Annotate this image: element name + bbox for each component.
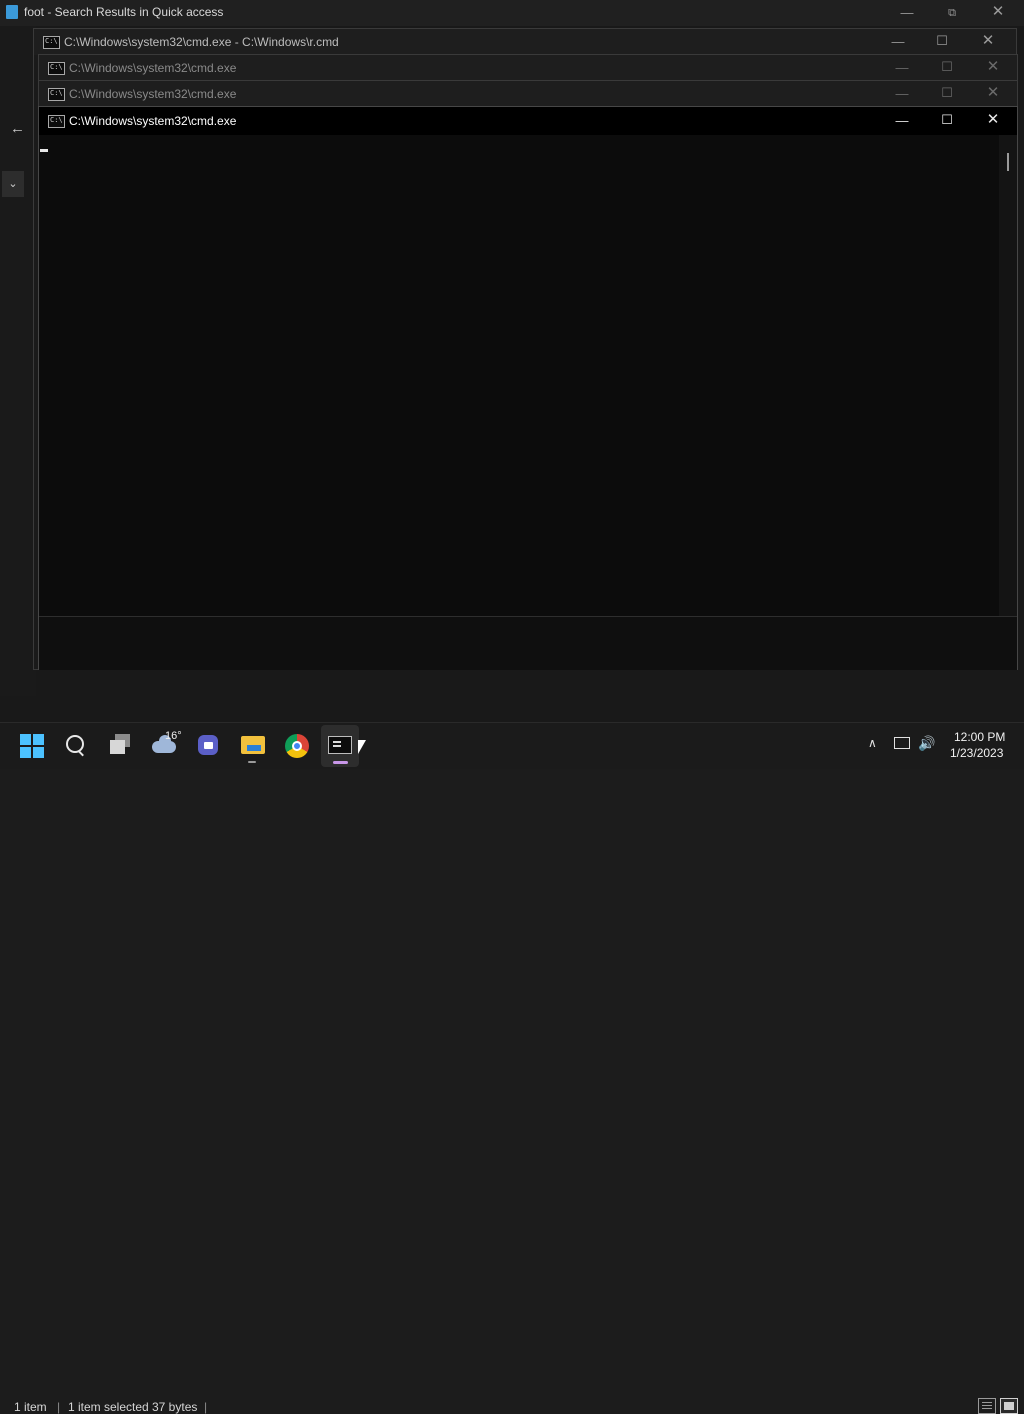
cmd-window-title: C:\Windows\system32\cmd.exe - C:\Windows…: [64, 35, 339, 49]
cmd-close-button[interactable]: ✕: [978, 33, 998, 48]
clock-date[interactable]: 1/23/2023: [950, 746, 1003, 760]
weather-temperature: 16°: [165, 730, 182, 742]
explorer-restore-button[interactable]: ⧉: [942, 6, 962, 20]
network-icon[interactable]: [894, 737, 910, 749]
console-bottom-panel: [39, 616, 1017, 670]
explorer-window-title: foot - Search Results in Quick access: [24, 5, 224, 19]
cmd-close-button[interactable]: ✕: [983, 85, 1003, 100]
status-selected-size: 37 bytes: [152, 1400, 198, 1414]
chrome-icon[interactable]: [284, 733, 310, 759]
cmd-titlebar[interactable]: C:\Windows\system32\cmd.exe - C:\Windows…: [34, 29, 1016, 55]
console-glyph: [328, 736, 352, 754]
explorer-titlebar[interactable]: foot - Search Results in Quick access — …: [0, 0, 1024, 26]
cmd-window-title: C:\Windows\system32\cmd.exe: [69, 114, 237, 128]
task-view-icon[interactable]: [108, 734, 134, 758]
large-icons-view-icon[interactable]: [1000, 1398, 1018, 1414]
cmd-maximize-button[interactable]: ☐: [937, 113, 957, 127]
file-explorer-app-icon: [6, 5, 18, 19]
explorer-navigation-strip: ← ⌄: [0, 26, 36, 696]
meet-icon[interactable]: [196, 733, 222, 757]
cmd-close-button[interactable]: ✕: [983, 59, 1003, 74]
scrollbar-thumb[interactable]: [1007, 153, 1009, 171]
cmd-maximize-button[interactable]: ☐: [937, 86, 957, 100]
console-output-area[interactable]: [39, 135, 999, 616]
cmd-maximize-button[interactable]: ☐: [937, 60, 957, 74]
status-item-count: 1 item: [14, 1400, 47, 1414]
details-view-icon[interactable]: [978, 1398, 996, 1414]
cmd-app-icon: [48, 115, 65, 128]
cmd-titlebar[interactable]: C:\Windows\system32\cmd.exe — ☐ ✕: [39, 107, 1017, 135]
clock-time[interactable]: 12:00 PM: [954, 730, 1005, 744]
volume-icon[interactable]: 🔊: [918, 735, 935, 752]
chevron-down-icon[interactable]: ⌄: [2, 171, 24, 197]
file-explorer-icon[interactable]: [240, 733, 266, 757]
cmd-minimize-button[interactable]: —: [892, 61, 912, 75]
cmd-minimize-button[interactable]: —: [892, 114, 912, 128]
chrome-center: [292, 741, 302, 751]
show-hidden-icons-chevron-icon[interactable]: ∧: [868, 736, 882, 750]
cmd-close-button[interactable]: ✕: [983, 112, 1003, 127]
cmd-window-active: C:\Windows\system32\cmd.exe — ☐ ✕: [38, 106, 1018, 670]
cmd-maximize-button[interactable]: ☐: [932, 34, 952, 48]
text-cursor: [40, 149, 48, 152]
status-separator: |: [57, 1400, 61, 1414]
windows-start-icon[interactable]: [20, 734, 44, 758]
search-icon[interactable]: [64, 733, 88, 757]
active-app-indicator: [333, 761, 348, 764]
terminal-icon[interactable]: [321, 725, 359, 767]
console-scrollbar[interactable]: [999, 135, 1017, 616]
cmd-minimize-button[interactable]: —: [892, 87, 912, 101]
weather-widget-button[interactable]: 16°: [150, 730, 184, 759]
cloud-icon: [152, 735, 176, 753]
cmd-window-title[interactable]: C:\Windows\system32\cmd.exe: [69, 87, 236, 101]
mouse-pointer-icon: [358, 740, 366, 754]
status-separator: |: [204, 1400, 208, 1414]
cmd-app-icon: [48, 62, 65, 75]
back-arrow-icon[interactable]: ←: [10, 120, 25, 137]
cmd-app-icon: [43, 36, 60, 49]
cmd-window-title[interactable]: C:\Windows\system32\cmd.exe: [69, 61, 236, 75]
explorer-status-bar: 1 item | 1 item selected 37 bytes |: [0, 698, 1024, 1414]
taskbar: 16° ∧ 🔊 12:00 PM 1/23/2023: [0, 722, 1024, 769]
running-indicator: [248, 761, 256, 763]
explorer-close-button[interactable]: ✕: [988, 4, 1008, 19]
explorer-minimize-button[interactable]: —: [897, 6, 917, 20]
cmd-minimize-button[interactable]: —: [888, 35, 908, 49]
status-selected-count: 1 item selected: [68, 1400, 149, 1414]
cmd-app-icon: [48, 88, 65, 101]
